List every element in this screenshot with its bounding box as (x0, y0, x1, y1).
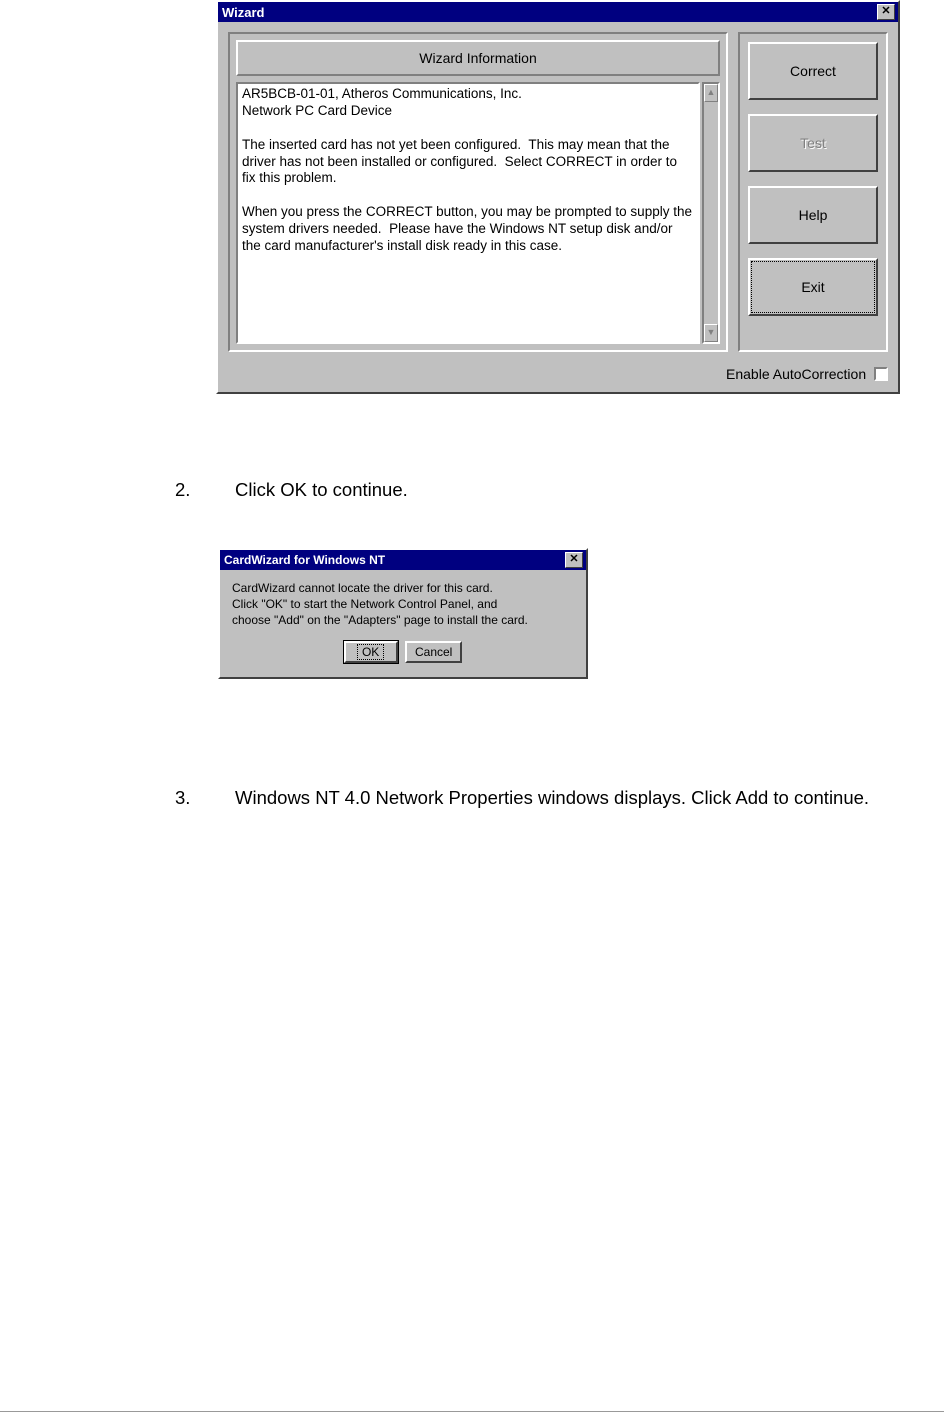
test-button: Test (748, 114, 878, 172)
wizard-info-panel: Wizard Information AR5BCB-01-01, Atheros… (228, 32, 728, 352)
correct-button-label: Correct (790, 63, 836, 79)
ok-button[interactable]: OK (344, 641, 398, 663)
wizard-title: Wizard (222, 5, 877, 20)
step-2: 2. Click OK to continue. (175, 478, 875, 503)
scroll-down-icon[interactable]: ▼ (704, 324, 718, 342)
cardwizard-title: CardWizard for Windows NT (224, 553, 565, 567)
wizard-group-header: Wizard Information (236, 40, 720, 76)
close-icon[interactable]: ✕ (877, 4, 895, 20)
step-3: 3. Windows NT 4.0 Network Properties win… (175, 786, 885, 811)
ok-button-label: OK (357, 644, 384, 660)
wizard-window: Wizard ✕ Wizard Information AR5BCB-01-01… (216, 0, 900, 394)
cardwizard-titlebar: CardWizard for Windows NT ✕ (220, 550, 586, 570)
wizard-button-panel: Correct Test Help Exit (738, 32, 888, 352)
step-2-number: 2. (175, 478, 205, 503)
help-button-label: Help (799, 207, 828, 223)
scroll-up-icon[interactable]: ▲ (704, 84, 718, 102)
help-button[interactable]: Help (748, 186, 878, 244)
step-3-text: Windows NT 4.0 Network Properties window… (235, 786, 869, 811)
cardwizard-dialog: CardWizard for Windows NT ✕ CardWizard c… (218, 548, 588, 679)
cancel-button[interactable]: Cancel (405, 641, 462, 663)
step-3-number: 3. (175, 786, 205, 811)
correct-button[interactable]: Correct (748, 42, 878, 100)
exit-button[interactable]: Exit (748, 258, 878, 316)
close-icon[interactable]: ✕ (565, 552, 583, 568)
wizard-footer: Enable AutoCorrection (218, 362, 898, 392)
cardwizard-message: CardWizard cannot locate the driver for … (232, 580, 574, 629)
autocorrection-checkbox[interactable] (874, 367, 888, 381)
step-2-text: Click OK to continue. (235, 478, 408, 503)
autocorrection-label: Enable AutoCorrection (726, 366, 866, 382)
document-page: Wizard ✕ Wizard Information AR5BCB-01-01… (0, 0, 944, 1412)
scrollbar[interactable]: ▲ ▼ (702, 82, 720, 344)
wizard-titlebar: Wizard ✕ (218, 2, 898, 22)
wizard-info-text: AR5BCB-01-01, Atheros Communications, In… (236, 82, 700, 344)
cancel-button-label: Cancel (415, 645, 452, 659)
test-button-label: Test (800, 135, 826, 151)
exit-button-label: Exit (801, 279, 824, 295)
